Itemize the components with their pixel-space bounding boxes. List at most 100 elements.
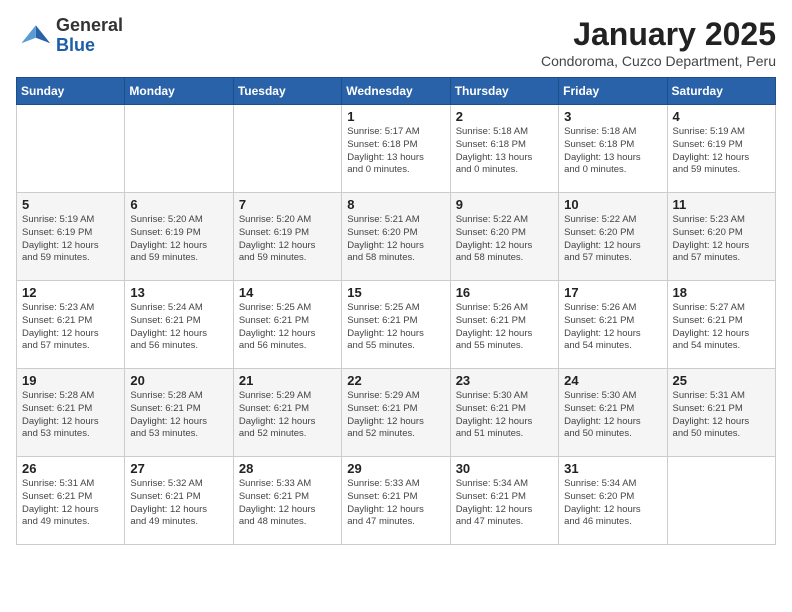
day-info: Sunrise: 5:22 AM Sunset: 6:20 PM Dayligh… bbox=[456, 214, 553, 265]
day-number: 6 bbox=[130, 197, 227, 212]
day-number: 16 bbox=[456, 285, 553, 300]
calendar-cell: 17 Sunrise: 5:26 AM Sunset: 6:21 PM Dayli… bbox=[559, 281, 667, 369]
calendar-cell: 10 Sunrise: 5:22 AM Sunset: 6:20 PM Dayli… bbox=[559, 193, 667, 281]
day-number: 7 bbox=[239, 197, 336, 212]
calendar-cell bbox=[667, 457, 775, 545]
weekday-header: Saturday bbox=[667, 78, 775, 105]
calendar-cell: 4Sunrise: 5:19 AM Sunset: 6:19 PM Daylig… bbox=[667, 105, 775, 193]
day-info: Sunrise: 5:18 AM Sunset: 6:18 PM Dayligh… bbox=[456, 126, 553, 177]
day-info: Sunrise: 5:26 AM Sunset: 6:21 PM Dayligh… bbox=[564, 302, 661, 353]
calendar-cell: 15 Sunrise: 5:25 AM Sunset: 6:21 PM Dayli… bbox=[342, 281, 450, 369]
day-number: 25 bbox=[673, 373, 770, 388]
calendar-cell: 2 Sunrise: 5:18 AM Sunset: 6:18 PM Daylig… bbox=[450, 105, 558, 193]
calendar-cell: 28 Sunrise: 5:33 AM Sunset: 6:21 PM Dayli… bbox=[233, 457, 341, 545]
calendar-week-row: 5 Sunrise: 5:19 AM Sunset: 6:19 PM Daylig… bbox=[17, 193, 776, 281]
calendar-cell: 20 Sunrise: 5:28 AM Sunset: 6:21 PM Dayli… bbox=[125, 369, 233, 457]
day-info: Sunrise: 5:30 AM Sunset: 6:21 PM Dayligh… bbox=[456, 390, 553, 441]
weekday-header: Thursday bbox=[450, 78, 558, 105]
day-info: Sunrise: 5:28 AM Sunset: 6:21 PM Dayligh… bbox=[130, 390, 227, 441]
day-number: 30 bbox=[456, 461, 553, 476]
day-info: Sunrise: 5:25 AM Sunset: 6:21 PM Dayligh… bbox=[239, 302, 336, 353]
day-info: Sunrise: 5:20 AM Sunset: 6:19 PM Dayligh… bbox=[239, 214, 336, 265]
weekday-header: Monday bbox=[125, 78, 233, 105]
logo: General Blue bbox=[16, 16, 123, 56]
day-info: Sunrise: 5:19 AM Sunset: 6:19 PM Dayligh… bbox=[22, 214, 119, 265]
day-info: Sunrise: 5:31 AM Sunset: 6:21 PM Dayligh… bbox=[673, 390, 770, 441]
calendar-cell: 29 Sunrise: 5:33 AM Sunset: 6:21 PM Dayli… bbox=[342, 457, 450, 545]
day-info: Sunrise: 5:33 AM Sunset: 6:21 PM Dayligh… bbox=[347, 478, 444, 529]
calendar-cell: 12 Sunrise: 5:23 AM Sunset: 6:21 PM Dayli… bbox=[17, 281, 125, 369]
day-number: 11 bbox=[673, 197, 770, 212]
calendar-cell: 11Sunrise: 5:23 AM Sunset: 6:20 PM Dayli… bbox=[667, 193, 775, 281]
day-number: 12 bbox=[22, 285, 119, 300]
day-info: Sunrise: 5:21 AM Sunset: 6:20 PM Dayligh… bbox=[347, 214, 444, 265]
day-info: Sunrise: 5:30 AM Sunset: 6:21 PM Dayligh… bbox=[564, 390, 661, 441]
calendar-cell bbox=[125, 105, 233, 193]
day-number: 10 bbox=[564, 197, 661, 212]
day-info: Sunrise: 5:17 AM Sunset: 6:18 PM Dayligh… bbox=[347, 126, 444, 177]
calendar-cell: 1 Sunrise: 5:17 AM Sunset: 6:18 PM Daylig… bbox=[342, 105, 450, 193]
weekday-header: Wednesday bbox=[342, 78, 450, 105]
calendar-cell: 21 Sunrise: 5:29 AM Sunset: 6:21 PM Dayli… bbox=[233, 369, 341, 457]
day-number: 26 bbox=[22, 461, 119, 476]
page-header: General Blue January 2025 Condoroma, Cuz… bbox=[16, 16, 776, 69]
day-number: 4 bbox=[673, 109, 770, 124]
day-number: 24 bbox=[564, 373, 661, 388]
calendar-cell bbox=[17, 105, 125, 193]
day-number: 3 bbox=[564, 109, 661, 124]
calendar-cell: 26 Sunrise: 5:31 AM Sunset: 6:21 PM Dayli… bbox=[17, 457, 125, 545]
calendar-cell: 25 Sunrise: 5:31 AM Sunset: 6:21 PM Dayli… bbox=[667, 369, 775, 457]
day-number: 17 bbox=[564, 285, 661, 300]
day-number: 13 bbox=[130, 285, 227, 300]
day-info: Sunrise: 5:28 AM Sunset: 6:21 PM Dayligh… bbox=[22, 390, 119, 441]
calendar-subtitle: Condoroma, Cuzco Department, Peru bbox=[541, 53, 776, 69]
day-number: 19 bbox=[22, 373, 119, 388]
logo-icon bbox=[16, 18, 52, 54]
calendar-cell: 19 Sunrise: 5:28 AM Sunset: 6:21 PM Dayli… bbox=[17, 369, 125, 457]
calendar-cell: 13 Sunrise: 5:24 AM Sunset: 6:21 PM Dayli… bbox=[125, 281, 233, 369]
weekday-header: Tuesday bbox=[233, 78, 341, 105]
day-info: Sunrise: 5:18 AM Sunset: 6:18 PM Dayligh… bbox=[564, 126, 661, 177]
day-info: Sunrise: 5:22 AM Sunset: 6:20 PM Dayligh… bbox=[564, 214, 661, 265]
day-number: 5 bbox=[22, 197, 119, 212]
weekday-header-row: SundayMondayTuesdayWednesdayThursdayFrid… bbox=[17, 78, 776, 105]
day-number: 22 bbox=[347, 373, 444, 388]
day-info: Sunrise: 5:23 AM Sunset: 6:21 PM Dayligh… bbox=[22, 302, 119, 353]
day-info: Sunrise: 5:34 AM Sunset: 6:21 PM Dayligh… bbox=[456, 478, 553, 529]
day-number: 23 bbox=[456, 373, 553, 388]
day-number: 27 bbox=[130, 461, 227, 476]
calendar-cell: 23 Sunrise: 5:30 AM Sunset: 6:21 PM Dayli… bbox=[450, 369, 558, 457]
calendar-cell: 30 Sunrise: 5:34 AM Sunset: 6:21 PM Dayli… bbox=[450, 457, 558, 545]
day-info: Sunrise: 5:33 AM Sunset: 6:21 PM Dayligh… bbox=[239, 478, 336, 529]
calendar-cell bbox=[233, 105, 341, 193]
day-number: 29 bbox=[347, 461, 444, 476]
day-info: Sunrise: 5:31 AM Sunset: 6:21 PM Dayligh… bbox=[22, 478, 119, 529]
calendar-cell: 7 Sunrise: 5:20 AM Sunset: 6:19 PM Daylig… bbox=[233, 193, 341, 281]
calendar-cell: 27Sunrise: 5:32 AM Sunset: 6:21 PM Dayli… bbox=[125, 457, 233, 545]
calendar-cell: 16Sunrise: 5:26 AM Sunset: 6:21 PM Dayli… bbox=[450, 281, 558, 369]
calendar-week-row: 12 Sunrise: 5:23 AM Sunset: 6:21 PM Dayli… bbox=[17, 281, 776, 369]
calendar-cell: 24 Sunrise: 5:30 AM Sunset: 6:21 PM Dayli… bbox=[559, 369, 667, 457]
day-number: 2 bbox=[456, 109, 553, 124]
weekday-header: Sunday bbox=[17, 78, 125, 105]
day-info: Sunrise: 5:24 AM Sunset: 6:21 PM Dayligh… bbox=[130, 302, 227, 353]
calendar-week-row: 19 Sunrise: 5:28 AM Sunset: 6:21 PM Dayli… bbox=[17, 369, 776, 457]
day-number: 8 bbox=[347, 197, 444, 212]
day-number: 31 bbox=[564, 461, 661, 476]
logo-text: General Blue bbox=[56, 16, 123, 56]
day-number: 20 bbox=[130, 373, 227, 388]
day-number: 21 bbox=[239, 373, 336, 388]
logo-blue: Blue bbox=[56, 36, 123, 56]
logo-general: General bbox=[56, 16, 123, 36]
day-number: 1 bbox=[347, 109, 444, 124]
day-number: 28 bbox=[239, 461, 336, 476]
day-info: Sunrise: 5:29 AM Sunset: 6:21 PM Dayligh… bbox=[347, 390, 444, 441]
calendar-cell: 14Sunrise: 5:25 AM Sunset: 6:21 PM Dayli… bbox=[233, 281, 341, 369]
day-number: 15 bbox=[347, 285, 444, 300]
day-info: Sunrise: 5:27 AM Sunset: 6:21 PM Dayligh… bbox=[673, 302, 770, 353]
day-info: Sunrise: 5:25 AM Sunset: 6:21 PM Dayligh… bbox=[347, 302, 444, 353]
calendar-cell: 31Sunrise: 5:34 AM Sunset: 6:20 PM Dayli… bbox=[559, 457, 667, 545]
calendar-cell: 18Sunrise: 5:27 AM Sunset: 6:21 PM Dayli… bbox=[667, 281, 775, 369]
title-section: January 2025 Condoroma, Cuzco Department… bbox=[541, 16, 776, 69]
day-info: Sunrise: 5:29 AM Sunset: 6:21 PM Dayligh… bbox=[239, 390, 336, 441]
